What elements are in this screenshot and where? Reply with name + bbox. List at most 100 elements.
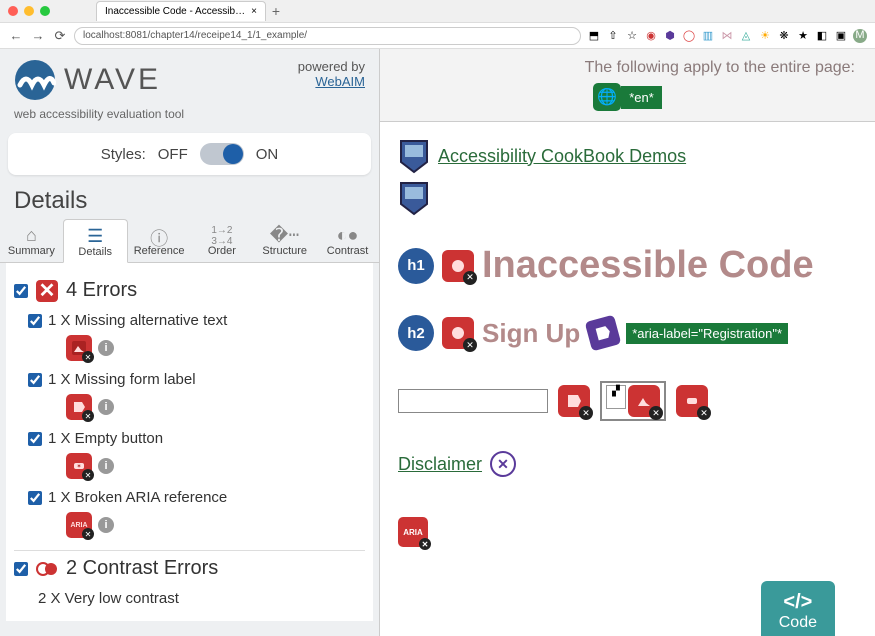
globe-icon: 🌐: [593, 83, 621, 111]
styles-label: Styles:: [101, 146, 146, 163]
styles-toggle-bar: Styles: OFF ON: [8, 133, 371, 175]
h2-badge[interactable]: h2: [398, 315, 434, 351]
ext-icon[interactable]: ⬒: [587, 29, 601, 43]
sidebar-tabs: ⌂Summary ☰Details ⓘReference 1→23→4Order…: [0, 219, 379, 263]
empty-button-error-icon[interactable]: [676, 385, 708, 417]
webaim-link[interactable]: WebAIM: [315, 74, 365, 89]
contrast-item-label: 2 X Very low contrast: [38, 590, 179, 607]
aria-error-icon[interactable]: ARIA: [66, 512, 92, 538]
aria-label-text: *aria-label="Registration"*: [626, 323, 788, 344]
home-icon: ⌂: [2, 225, 61, 245]
ext-icon[interactable]: ◉: [644, 29, 658, 43]
ext-icon[interactable]: ☆: [625, 29, 639, 43]
aria-broken-icon[interactable]: ARIA: [398, 517, 428, 547]
address-bar[interactable]: localhost:8081/chapter14/receipe14_1/1_e…: [74, 27, 581, 45]
info-icon[interactable]: i: [98, 399, 114, 415]
contrast-icon: ◐●: [318, 225, 377, 245]
styles-off-label: OFF: [158, 146, 188, 163]
forward-button[interactable]: →: [30, 28, 46, 43]
ext-icon[interactable]: ❋: [777, 29, 791, 43]
ext-icon[interactable]: ▥: [701, 29, 715, 43]
errors-heading: 4 Errors: [66, 279, 137, 302]
ext-icon[interactable]: ★: [796, 29, 810, 43]
contrast-heading: 2 Contrast Errors: [66, 557, 218, 580]
code-panel-button[interactable]: </> Code: [761, 581, 835, 636]
new-tab-button[interactable]: +: [272, 3, 280, 19]
tab-close-icon[interactable]: ×: [251, 6, 257, 17]
tab-structure[interactable]: �ⵈStructure: [253, 219, 316, 262]
ext-icon[interactable]: ▣: [834, 29, 848, 43]
window-minimize-icon[interactable]: [24, 6, 34, 16]
form-text-input[interactable]: [398, 389, 548, 413]
info-icon[interactable]: i: [98, 517, 114, 533]
window-close-icon[interactable]: [8, 6, 18, 16]
alt-text-error-icon: [628, 385, 660, 417]
item-checkbox[interactable]: [28, 432, 42, 446]
page-content: The following apply to the entire page: …: [380, 49, 875, 636]
code-symbol: </>: [779, 591, 817, 614]
form-label-error-icon[interactable]: [66, 394, 92, 420]
language-badge[interactable]: 🌐 *en*: [593, 83, 662, 111]
language-text: *en*: [621, 86, 662, 109]
contrast-checkbox[interactable]: [14, 562, 28, 576]
error-item-label: 1 X Missing alternative text: [48, 312, 227, 329]
details-panel: ✕ 4 Errors 1 X Missing alternative text …: [6, 263, 373, 621]
error-item-label: 1 X Missing form label: [48, 371, 196, 388]
contrast-error-icon[interactable]: [442, 317, 474, 349]
wave-logo-icon: [14, 59, 56, 101]
banner-text: The following apply to the entire page:: [400, 59, 855, 77]
alt-text-error-icon[interactable]: [66, 335, 92, 361]
wave-name: WAVE: [64, 63, 161, 97]
code-label: Code: [779, 614, 817, 632]
tab-order[interactable]: 1→23→4Order: [190, 219, 253, 262]
panel-title: Details: [0, 179, 379, 219]
page-h2: Sign Up: [482, 318, 580, 349]
address-text: localhost:8081/chapter14/receipe14_1/1_e…: [83, 30, 307, 41]
contrast-error-icon[interactable]: [442, 250, 474, 282]
ext-icon[interactable]: ⇧: [606, 29, 620, 43]
error-item-label: 1 X Broken ARIA reference: [48, 489, 227, 506]
tab-reference[interactable]: ⓘReference: [128, 219, 191, 262]
browser-tab[interactable]: Inaccessible Code - Accessib… ×: [96, 1, 266, 21]
tab-summary[interactable]: ⌂Summary: [0, 219, 63, 262]
errors-checkbox[interactable]: [14, 284, 28, 298]
form-label-error-icon[interactable]: [558, 385, 590, 417]
tab-title: Inaccessible Code - Accessib…: [105, 6, 245, 17]
tab-details[interactable]: ☰Details: [63, 219, 128, 263]
ext-icon[interactable]: M: [853, 29, 867, 43]
wave-sidebar: WAVE powered by WebAIM web accessibility…: [0, 49, 380, 636]
ext-icon[interactable]: ⬢: [663, 29, 677, 43]
info-icon[interactable]: i: [98, 458, 114, 474]
item-checkbox[interactable]: [28, 491, 42, 505]
disclaimer-link[interactable]: Disclaimer: [398, 454, 482, 475]
ext-icon[interactable]: ◬: [739, 29, 753, 43]
h1-badge[interactable]: h1: [398, 248, 434, 284]
redundant-link-icon[interactable]: ✕: [490, 451, 516, 477]
tab-contrast[interactable]: ◐●Contrast: [316, 219, 379, 262]
ext-icon[interactable]: ◯: [682, 29, 696, 43]
styles-toggle[interactable]: [200, 143, 244, 165]
ext-icon[interactable]: ⋈: [720, 29, 734, 43]
aria-tag-icon[interactable]: [585, 315, 622, 352]
powered-by-label: powered by: [298, 59, 365, 74]
shield-icon: [398, 180, 430, 216]
back-button[interactable]: ←: [8, 28, 24, 43]
item-checkbox[interactable]: [28, 373, 42, 387]
window-maximize-icon[interactable]: [40, 6, 50, 16]
ext-icon[interactable]: ☀: [758, 29, 772, 43]
info-icon[interactable]: i: [98, 340, 114, 356]
broken-image-group[interactable]: ▞: [600, 381, 666, 421]
browser-chrome: Inaccessible Code - Accessib… × + ← → ⟳ …: [0, 0, 875, 49]
shield-icon: [398, 138, 430, 174]
contrast-badge-icon: [36, 558, 58, 580]
empty-button-error-icon[interactable]: ✶: [66, 453, 92, 479]
svg-text:✶: ✶: [76, 463, 81, 470]
extension-icons: ⬒ ⇧ ☆ ◉ ⬢ ◯ ▥ ⋈ ◬ ☀ ❋ ★ ◧ ▣ M: [587, 29, 867, 43]
error-badge-icon: ✕: [36, 280, 58, 302]
reload-button[interactable]: ⟳: [52, 28, 68, 44]
tree-icon: �ⵈ: [255, 225, 314, 245]
ext-icon[interactable]: ◧: [815, 29, 829, 43]
error-item-label: 1 X Empty button: [48, 430, 163, 447]
item-checkbox[interactable]: [28, 314, 42, 328]
demos-link[interactable]: Accessibility CookBook Demos: [438, 146, 686, 167]
